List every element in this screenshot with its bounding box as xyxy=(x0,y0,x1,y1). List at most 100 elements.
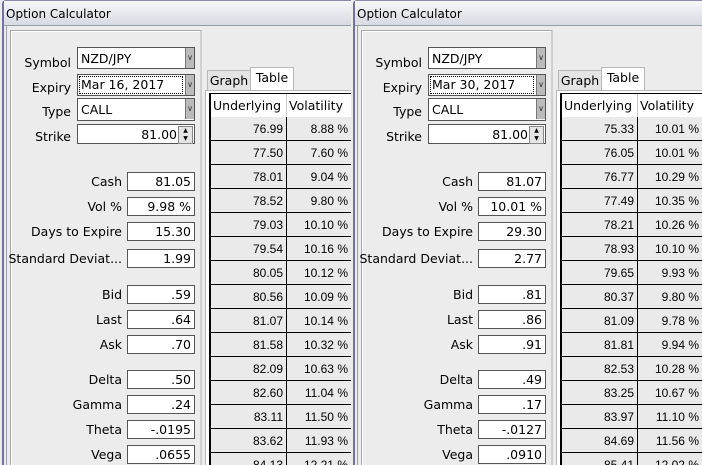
table-row[interactable]: 77.49 10.35 % xyxy=(562,189,702,213)
volatility-cell: 7.60 % xyxy=(310,146,348,160)
table-row[interactable]: 76.05 10.01 % xyxy=(562,141,702,165)
chevron-down-icon[interactable]: ∨ xyxy=(536,75,545,95)
cash-field[interactable]: 81.07 xyxy=(478,172,546,191)
volatility-cell: 10.14 % xyxy=(303,314,348,328)
symbol-value: NZD/JPY xyxy=(432,51,483,66)
chevron-down-icon[interactable]: ∨ xyxy=(536,99,545,119)
table-row[interactable]: 81.09 9.78 % xyxy=(562,309,702,333)
table-row[interactable]: 82.09 10.63 % xyxy=(211,357,351,381)
ask-field[interactable]: .91 xyxy=(478,335,546,354)
last-field[interactable]: .86 xyxy=(478,310,546,329)
table-row[interactable]: 80.56 10.09 % xyxy=(211,285,351,309)
chevron-down-icon[interactable]: ∨ xyxy=(185,75,194,95)
window-title: Option Calculator xyxy=(6,7,111,21)
table-row[interactable]: 83.25 10.67 % xyxy=(562,381,702,405)
table-row[interactable]: 82.53 10.28 % xyxy=(562,357,702,381)
table-row[interactable]: 83.97 11.10 % xyxy=(562,405,702,429)
table-row[interactable]: 81.81 9.94 % xyxy=(562,333,702,357)
standard-deviat-field[interactable]: 2.77 xyxy=(478,249,546,268)
title-bar[interactable]: Option Calculator xyxy=(355,1,702,26)
gamma-field[interactable]: .24 xyxy=(127,395,195,414)
days-to-expire-field[interactable]: 29.30 xyxy=(478,222,546,241)
table-row[interactable]: 79.65 9.93 % xyxy=(562,261,702,285)
strike-value: 81.00 xyxy=(492,127,528,142)
column-header-volatility[interactable]: Volatility xyxy=(638,94,694,117)
title-bar[interactable]: Option Calculator xyxy=(4,1,351,26)
spin-arrows-icon[interactable]: ▲ ▼ xyxy=(529,126,544,144)
standard-deviat-field[interactable]: 1.99 xyxy=(127,249,195,268)
tab-graph[interactable]: Graph xyxy=(558,70,602,90)
table-row[interactable]: 76.77 10.29 % xyxy=(562,165,702,189)
type-dropdown[interactable]: CALL ∨ xyxy=(77,98,195,121)
theta-field[interactable]: -.0195 xyxy=(127,420,195,439)
table-row[interactable]: 78.21 10.26 % xyxy=(562,213,702,237)
ask-field[interactable]: .70 xyxy=(127,335,195,354)
tab-table[interactable]: Table xyxy=(250,67,294,90)
volatility-cell: 9.80 % xyxy=(310,194,348,208)
table-row[interactable]: 81.07 10.14 % xyxy=(211,309,351,333)
gamma-field[interactable]: .17 xyxy=(478,395,546,414)
table-row[interactable]: 75.33 10.01 % xyxy=(562,117,702,141)
theta-field[interactable]: -.0127 xyxy=(478,420,546,439)
vega-field[interactable]: .0655 xyxy=(127,445,195,464)
chevron-down-icon[interactable]: ∨ xyxy=(185,48,194,68)
strike-spinner[interactable]: 81.00 ▲ ▼ xyxy=(428,124,546,144)
days-to-expire-field[interactable]: 15.30 xyxy=(127,222,195,241)
table-row[interactable]: 79.54 10.16 % xyxy=(211,237,351,261)
volatility-cell: 12.21 % xyxy=(303,458,348,465)
column-header-underlying[interactable]: Underlying xyxy=(562,94,638,117)
strike-spinner[interactable]: 81.00 ▲ ▼ xyxy=(77,124,195,144)
vol-field[interactable]: 9.98 % xyxy=(127,197,195,216)
spin-arrows-icon[interactable]: ▲ ▼ xyxy=(178,126,193,144)
table-row[interactable]: 76.99 8.88 % xyxy=(211,117,351,141)
table-row[interactable]: 84.69 11.56 % xyxy=(562,429,702,453)
delta-field[interactable]: .50 xyxy=(127,370,195,389)
column-header-volatility[interactable]: Volatility xyxy=(287,94,343,117)
type-value: CALL xyxy=(432,102,464,117)
table-row[interactable]: 79.03 10.10 % xyxy=(211,213,351,237)
gamma-label: Gamma xyxy=(423,397,473,412)
table-row[interactable]: 83.11 11.50 % xyxy=(211,405,351,429)
table-row[interactable]: 84.13 12.21 % xyxy=(211,453,351,465)
symbol-dropdown[interactable]: NZD/JPY ∨ xyxy=(428,47,546,69)
cash-field[interactable]: 81.05 xyxy=(127,172,195,191)
vega-label: Vega xyxy=(442,447,473,462)
column-header-underlying[interactable]: Underlying xyxy=(211,94,287,117)
last-field[interactable]: .64 xyxy=(127,310,195,329)
underlying-cell: 78.21 xyxy=(562,213,638,236)
table-row[interactable]: 80.37 9.80 % xyxy=(562,285,702,309)
table-row[interactable]: 77.50 7.60 % xyxy=(211,141,351,165)
table-row[interactable]: 85.41 12.02 % xyxy=(562,453,702,465)
table-row[interactable]: 80.05 10.12 % xyxy=(211,261,351,285)
delta-label: Delta xyxy=(88,372,122,387)
vega-field[interactable]: .0910 xyxy=(478,445,546,464)
bid-field[interactable]: .81 xyxy=(478,285,546,304)
vol-field[interactable]: 10.01 % xyxy=(478,197,546,216)
volatility-cell: 10.10 % xyxy=(303,218,348,232)
type-dropdown[interactable]: CALL ∨ xyxy=(428,98,546,121)
tab-graph[interactable]: Graph xyxy=(207,70,251,90)
underlying-cell: 78.52 xyxy=(211,189,287,212)
table-row[interactable]: 78.01 9.04 % xyxy=(211,165,351,189)
table-row[interactable]: 81.58 10.32 % xyxy=(211,333,351,357)
underlying-cell: 85.41 xyxy=(562,453,638,465)
volatility-cell: 10.09 % xyxy=(303,290,348,304)
bid-label: Bid xyxy=(102,287,122,302)
table-row[interactable]: 78.93 10.10 % xyxy=(562,237,702,261)
expiry-dropdown[interactable]: Mar 30, 2017 ∨ xyxy=(428,74,546,96)
chevron-down-icon[interactable]: ∨ xyxy=(185,99,194,119)
table-row[interactable]: 82.60 11.04 % xyxy=(211,381,351,405)
underlying-cell: 83.62 xyxy=(211,429,287,452)
bid-field[interactable]: .59 xyxy=(127,285,195,304)
table-row[interactable]: 83.62 11.93 % xyxy=(211,429,351,453)
expiry-dropdown[interactable]: Mar 16, 2017 ∨ xyxy=(77,74,195,96)
volatility-cell: 10.28 % xyxy=(654,362,699,376)
volatility-cell: 10.63 % xyxy=(303,362,348,376)
table-row[interactable]: 78.52 9.80 % xyxy=(211,189,351,213)
chevron-down-icon[interactable]: ∨ xyxy=(536,48,545,68)
symbol-dropdown[interactable]: NZD/JPY ∨ xyxy=(77,47,195,69)
tab-table[interactable]: Table xyxy=(601,67,645,90)
delta-field[interactable]: .49 xyxy=(478,370,546,389)
expiry-label: Expiry xyxy=(31,80,71,95)
type-label: Type xyxy=(393,104,422,119)
